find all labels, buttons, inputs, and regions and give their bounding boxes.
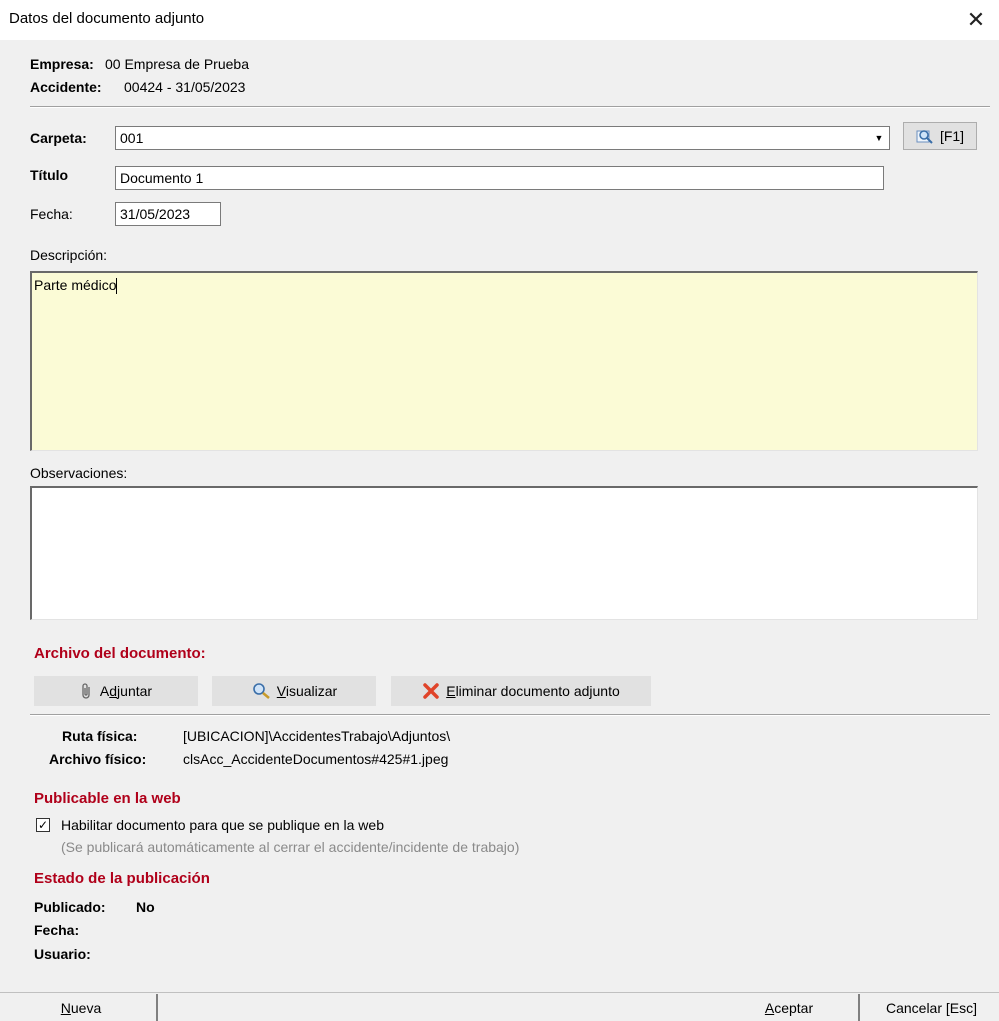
header-divider <box>30 106 990 108</box>
web-section-title: Publicable en la web <box>34 790 181 807</box>
usuario-label: Usuario: <box>34 946 91 962</box>
title-bar: Datos del documento adjunto ✕ <box>0 0 999 40</box>
publicado-value: No <box>136 899 155 915</box>
carpeta-combo[interactable]: 001 ▼ <box>115 126 890 150</box>
descripcion-textarea[interactable]: Parte médico <box>30 271 978 451</box>
accidente-label: Accidente: <box>30 79 102 95</box>
delete-x-icon <box>423 683 439 699</box>
lookup-button-label: [F1] <box>939 128 965 144</box>
cancelar-label: Cancelar [Esc] <box>885 1000 978 1016</box>
nueva-button[interactable]: Nueva <box>6 994 158 1021</box>
carpeta-value: 001 <box>120 130 144 146</box>
titulo-value: Documento 1 <box>120 170 204 186</box>
visualizar-label: Visualizar <box>276 683 338 699</box>
magnifier-icon <box>252 683 270 699</box>
publicar-note: (Se publicará automáticamente al cerrar … <box>61 839 520 855</box>
adjuntar-button[interactable]: Adjuntar <box>34 676 198 706</box>
footer-bar: Nueva Aceptar Cancelar [Esc] <box>0 992 999 1021</box>
publicar-checkbox[interactable]: ✓ <box>36 818 50 832</box>
fecha-value: 31/05/2023 <box>120 206 191 222</box>
text-cursor <box>116 278 118 295</box>
estado-fecha-label: Fecha: <box>34 922 80 938</box>
chevron-down-icon[interactable]: ▼ <box>870 128 888 148</box>
publicado-label: Publicado: <box>34 899 106 915</box>
eliminar-label: Eliminar documento adjunto <box>446 683 620 699</box>
titulo-input[interactable]: Documento 1 <box>115 166 884 190</box>
aceptar-label: Aceptar <box>764 1000 814 1016</box>
close-icon[interactable]: ✕ <box>953 0 999 40</box>
carpeta-label: Carpeta: <box>30 130 87 146</box>
fecha-label: Fecha: <box>30 206 73 222</box>
estado-section-title: Estado de la publicación <box>34 870 210 887</box>
observaciones-textarea[interactable] <box>30 486 978 620</box>
window-title: Datos del documento adjunto <box>9 10 205 27</box>
eliminar-button[interactable]: Eliminar documento adjunto <box>391 676 651 706</box>
observaciones-label: Observaciones: <box>30 465 128 481</box>
titulo-label: Título <box>30 167 69 183</box>
descripcion-value: Parte médico <box>34 277 117 293</box>
fecha-input[interactable]: 31/05/2023 <box>115 202 221 226</box>
nueva-label: Nueva <box>60 1000 102 1016</box>
descripcion-label: Descripción: <box>30 247 108 263</box>
ruta-label: Ruta física: <box>62 728 138 744</box>
archivo-divider <box>30 714 990 716</box>
accidente-value: 00424 - 31/05/2023 <box>124 79 246 95</box>
visualizar-button[interactable]: Visualizar <box>212 676 376 706</box>
ruta-value: [UBICACION]\AccidentesTrabajo\Adjuntos\ <box>183 728 451 744</box>
adjuntar-label: Adjuntar <box>99 683 153 699</box>
cancelar-button[interactable]: Cancelar [Esc] <box>864 994 999 1021</box>
publicar-checkbox-label: Habilitar documento para que se publique… <box>61 817 384 833</box>
archivo-fisico-label: Archivo físico: <box>49 751 147 767</box>
aceptar-button[interactable]: Aceptar <box>720 994 860 1021</box>
magnifier-icon <box>916 130 933 144</box>
empresa-label: Empresa: <box>30 56 94 72</box>
lookup-button[interactable]: [F1] <box>903 122 977 150</box>
paperclip-icon <box>82 683 90 699</box>
empresa-value: 00 Empresa de Prueba <box>105 56 249 72</box>
archivo-section-title: Archivo del documento: <box>34 645 206 662</box>
archivo-fisico-value: clsAcc_AccidenteDocumentos#425#1.jpeg <box>183 751 449 767</box>
